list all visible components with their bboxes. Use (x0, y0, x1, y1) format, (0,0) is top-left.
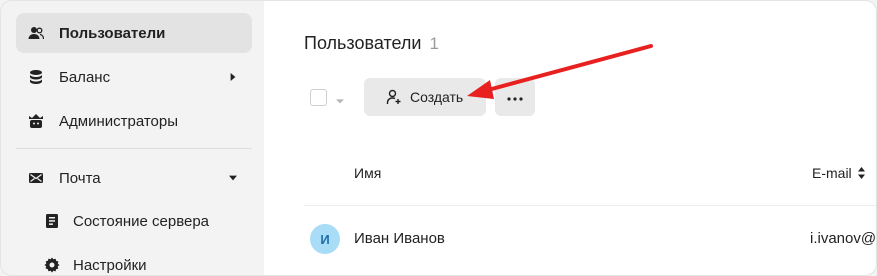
more-icon (507, 88, 523, 106)
sidebar-item-label: Состояние сервера (73, 212, 210, 230)
user-email-cell: i.ivanov@ (810, 230, 877, 247)
sidebar-item-label: Настройки (73, 256, 147, 274)
server-status-icon (43, 212, 61, 230)
page-title: Пользователи 1 (304, 33, 439, 54)
sidebar-item-label: Пользователи (59, 24, 166, 42)
column-header-email[interactable]: E-mail (812, 165, 866, 181)
user-name-cell: Иван Иванов (354, 230, 445, 247)
page-title-text: Пользователи (304, 33, 422, 53)
sidebar-item-admins[interactable]: Администраторы (16, 101, 252, 141)
database-icon (27, 68, 45, 86)
column-header-label: E-mail (812, 165, 852, 181)
app-window: Пользователи Баланс Администраторы Почта (0, 0, 877, 276)
select-all-checkbox[interactable] (310, 89, 327, 106)
sidebar-item-label: Почта (59, 169, 101, 187)
main-content: Пользователи 1 Создать Имя E-mail И Иван… (264, 1, 877, 275)
chevron-right-icon (228, 70, 238, 84)
sidebar-item-users[interactable]: Пользователи (16, 13, 252, 53)
sidebar-item-balance[interactable]: Баланс (16, 57, 252, 97)
admin-icon (27, 112, 45, 130)
sidebar: Пользователи Баланс Администраторы Почта (1, 1, 264, 275)
user-count: 1 (429, 34, 439, 53)
create-button[interactable]: Создать (364, 78, 486, 116)
create-button-label: Создать (410, 89, 464, 105)
avatar: И (310, 224, 340, 254)
select-dropdown-icon[interactable] (336, 92, 346, 104)
mail-icon (27, 169, 45, 187)
column-header-name[interactable]: Имя (354, 165, 381, 181)
gear-icon (43, 256, 61, 274)
sort-icon[interactable] (857, 166, 866, 180)
sidebar-item-mail[interactable]: Почта (16, 158, 252, 198)
column-header-label: Имя (354, 165, 382, 181)
sidebar-item-label: Баланс (59, 68, 111, 86)
sidebar-item-label: Администраторы (59, 112, 179, 130)
sidebar-divider (16, 148, 252, 149)
sidebar-item-server-status[interactable]: Состояние сервера (16, 201, 252, 241)
add-user-icon (386, 89, 402, 105)
users-icon (27, 24, 45, 42)
more-actions-button[interactable] (495, 78, 535, 116)
sidebar-item-settings[interactable]: Настройки (16, 245, 252, 275)
chevron-down-icon (228, 171, 238, 185)
table-divider (304, 205, 876, 206)
